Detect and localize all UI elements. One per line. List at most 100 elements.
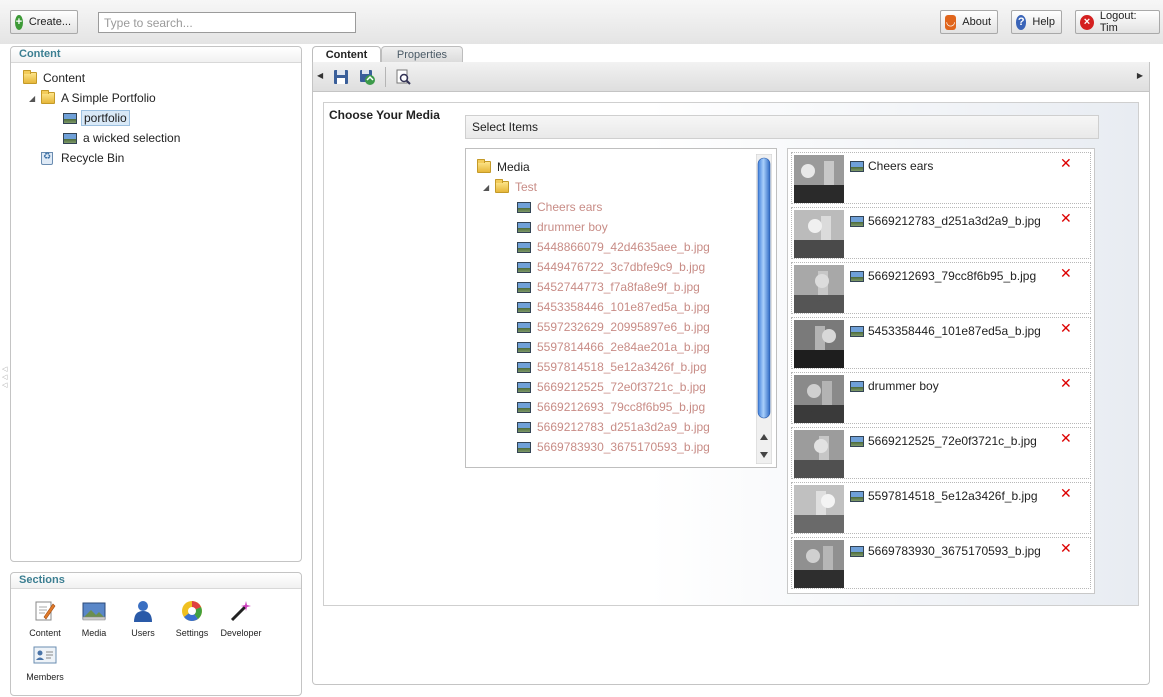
save-icon[interactable] — [333, 69, 349, 85]
tree-label: a wicked selection — [83, 131, 181, 145]
toolbar-scroll-left-icon[interactable]: ◀ — [317, 71, 323, 80]
top-bar: + Create... ◡ About ? Help × Logout: Tim — [0, 0, 1163, 44]
media-tree-scrollbar[interactable] — [756, 154, 772, 464]
section-media[interactable]: Media — [72, 599, 116, 638]
remove-icon[interactable]: ✕ — [1060, 376, 1072, 390]
media-tree-item[interactable]: 5449476722_3c7dbfe9c9_b.jpg — [517, 258, 705, 276]
image-icon — [517, 321, 531, 333]
tree-item-recycle-bin[interactable]: Recycle Bin — [41, 149, 124, 167]
tree-item-simple-portfolio[interactable]: ◢ A Simple Portfolio — [29, 89, 156, 107]
photo-thumbnail — [794, 485, 844, 533]
section-label: Users — [131, 628, 155, 638]
section-developer[interactable]: Developer — [219, 599, 263, 638]
selected-item[interactable]: 5669212783_d251a3d2a9_b.jpg ✕ — [791, 207, 1091, 259]
folder-icon — [41, 90, 55, 104]
select-items-header: Select Items — [465, 115, 1099, 139]
folder-icon — [23, 70, 37, 84]
section-content[interactable]: Content — [23, 599, 67, 638]
save-and-publish-icon[interactable] — [359, 69, 375, 85]
media-item-label: 5448866079_42d4635aee_b.jpg — [537, 240, 710, 254]
editor-toolbar: ◀ ▶ — [312, 62, 1150, 92]
image-icon — [850, 435, 864, 447]
image-icon — [517, 421, 531, 433]
media-section-icon — [82, 602, 106, 621]
media-tree-item[interactable]: drummer boy — [517, 218, 608, 236]
media-tree-item[interactable]: 5597814518_5e12a3426f_b.jpg — [517, 358, 707, 376]
tree-item-content[interactable]: Content — [23, 69, 85, 87]
tree-item-portfolio[interactable]: portfolio — [63, 109, 130, 127]
content-section-icon — [35, 601, 56, 621]
media-tree-item[interactable]: 5669783930_3675170593_b.jpg — [517, 438, 710, 456]
media-tree-item[interactable]: 5669212693_79cc8f6b95_b.jpg — [517, 398, 705, 416]
media-tree-item[interactable]: 5669212525_72e0f3721c_b.jpg — [517, 378, 706, 396]
logout-button-label: Logout: Tim — [1099, 10, 1137, 34]
photo-thumbnail — [794, 540, 844, 588]
search-input[interactable] — [98, 12, 356, 33]
media-tree-folder-test[interactable]: ◢ Test — [483, 178, 537, 196]
logout-button[interactable]: × Logout: Tim — [1075, 10, 1160, 34]
selected-item[interactable]: 5597814518_5e12a3426f_b.jpg ✕ — [791, 482, 1091, 534]
selected-item-label: 5669212783_d251a3d2a9_b.jpg — [868, 214, 1041, 228]
preview-icon[interactable] — [395, 69, 411, 85]
settings-section-icon — [182, 601, 202, 621]
tree-label-selected: portfolio — [81, 110, 130, 126]
media-tree-item[interactable]: 5453358446_101e87ed5a_b.jpg — [517, 298, 710, 316]
section-members[interactable]: Members — [23, 643, 67, 682]
photo-thumbnail — [794, 265, 844, 313]
toolbar-scroll-right-icon[interactable]: ▶ — [1137, 71, 1143, 80]
selected-item[interactable]: 5669212693_79cc8f6b95_b.jpg ✕ — [791, 262, 1091, 314]
image-icon — [63, 132, 77, 144]
media-tree-item[interactable]: 5452744773_f7a8fa8e9f_b.jpg — [517, 278, 700, 296]
tree-item-wicked-selection[interactable]: a wicked selection — [63, 129, 180, 147]
media-item-label: 5669212525_72e0f3721c_b.jpg — [537, 380, 706, 394]
tab-properties[interactable]: Properties — [381, 46, 463, 62]
media-tree-item[interactable]: Cheers ears — [517, 198, 602, 216]
image-icon — [850, 270, 864, 282]
media-tree-item[interactable]: 5669212783_d251a3d2a9_b.jpg — [517, 418, 710, 436]
media-tree-item[interactable]: 5597814466_2e84ae201a_b.jpg — [517, 338, 710, 356]
remove-icon[interactable]: ✕ — [1060, 211, 1072, 225]
expand-arrow-icon[interactable]: ◢ — [29, 94, 37, 103]
about-button[interactable]: ◡ About — [940, 10, 998, 34]
remove-icon[interactable]: ✕ — [1060, 541, 1072, 555]
media-item-label: 5597232629_20995897e6_b.jpg — [537, 320, 710, 334]
media-tree-item[interactable]: 5597232629_20995897e6_b.jpg — [517, 318, 710, 336]
selected-item-name: 5669783930_3675170593_b.jpg — [850, 544, 1041, 558]
remove-icon[interactable]: ✕ — [1060, 431, 1072, 445]
photo-thumbnail — [794, 320, 844, 368]
image-icon — [850, 215, 864, 227]
about-button-label: About — [962, 16, 991, 28]
image-icon — [517, 241, 531, 253]
image-icon — [517, 341, 531, 353]
media-item-label: 5453358446_101e87ed5a_b.jpg — [537, 300, 710, 314]
selected-item[interactable]: 5669783930_3675170593_b.jpg ✕ — [791, 537, 1091, 589]
selected-item[interactable]: 5453358446_101e87ed5a_b.jpg ✕ — [791, 317, 1091, 369]
section-settings[interactable]: Settings — [170, 599, 214, 638]
image-icon — [850, 380, 864, 392]
help-button[interactable]: ? Help — [1011, 10, 1062, 34]
members-section-icon — [33, 646, 57, 664]
selected-item[interactable]: drummer boy ✕ — [791, 372, 1091, 424]
section-label: Content — [29, 628, 61, 638]
expand-arrow-icon[interactable]: ◢ — [483, 183, 491, 192]
selected-item-label: drummer boy — [868, 379, 939, 393]
image-icon — [517, 361, 531, 373]
selected-item[interactable]: Cheers ears ✕ — [791, 152, 1091, 204]
collapse-handle-icon[interactable]: ◁ ◁ ◁ — [2, 366, 8, 392]
media-item-label: 5669212783_d251a3d2a9_b.jpg — [537, 420, 710, 434]
remove-icon[interactable]: ✕ — [1060, 266, 1072, 280]
image-icon — [517, 381, 531, 393]
tab-content[interactable]: Content — [312, 46, 381, 63]
selected-item[interactable]: 5669212525_72e0f3721c_b.jpg ✕ — [791, 427, 1091, 479]
remove-icon[interactable]: ✕ — [1060, 321, 1072, 335]
section-users[interactable]: Users — [121, 599, 165, 638]
create-button[interactable]: + Create... — [10, 10, 78, 34]
selected-item-name: 5669212783_d251a3d2a9_b.jpg — [850, 214, 1041, 228]
media-item-label: Cheers ears — [537, 200, 603, 214]
remove-icon[interactable]: ✕ — [1060, 156, 1072, 170]
media-tree-item[interactable]: 5448866079_42d4635aee_b.jpg — [517, 238, 710, 256]
developer-section-icon — [230, 601, 251, 622]
remove-icon[interactable]: ✕ — [1060, 486, 1072, 500]
media-tree-root[interactable]: Media — [477, 158, 530, 176]
image-icon — [517, 221, 531, 233]
